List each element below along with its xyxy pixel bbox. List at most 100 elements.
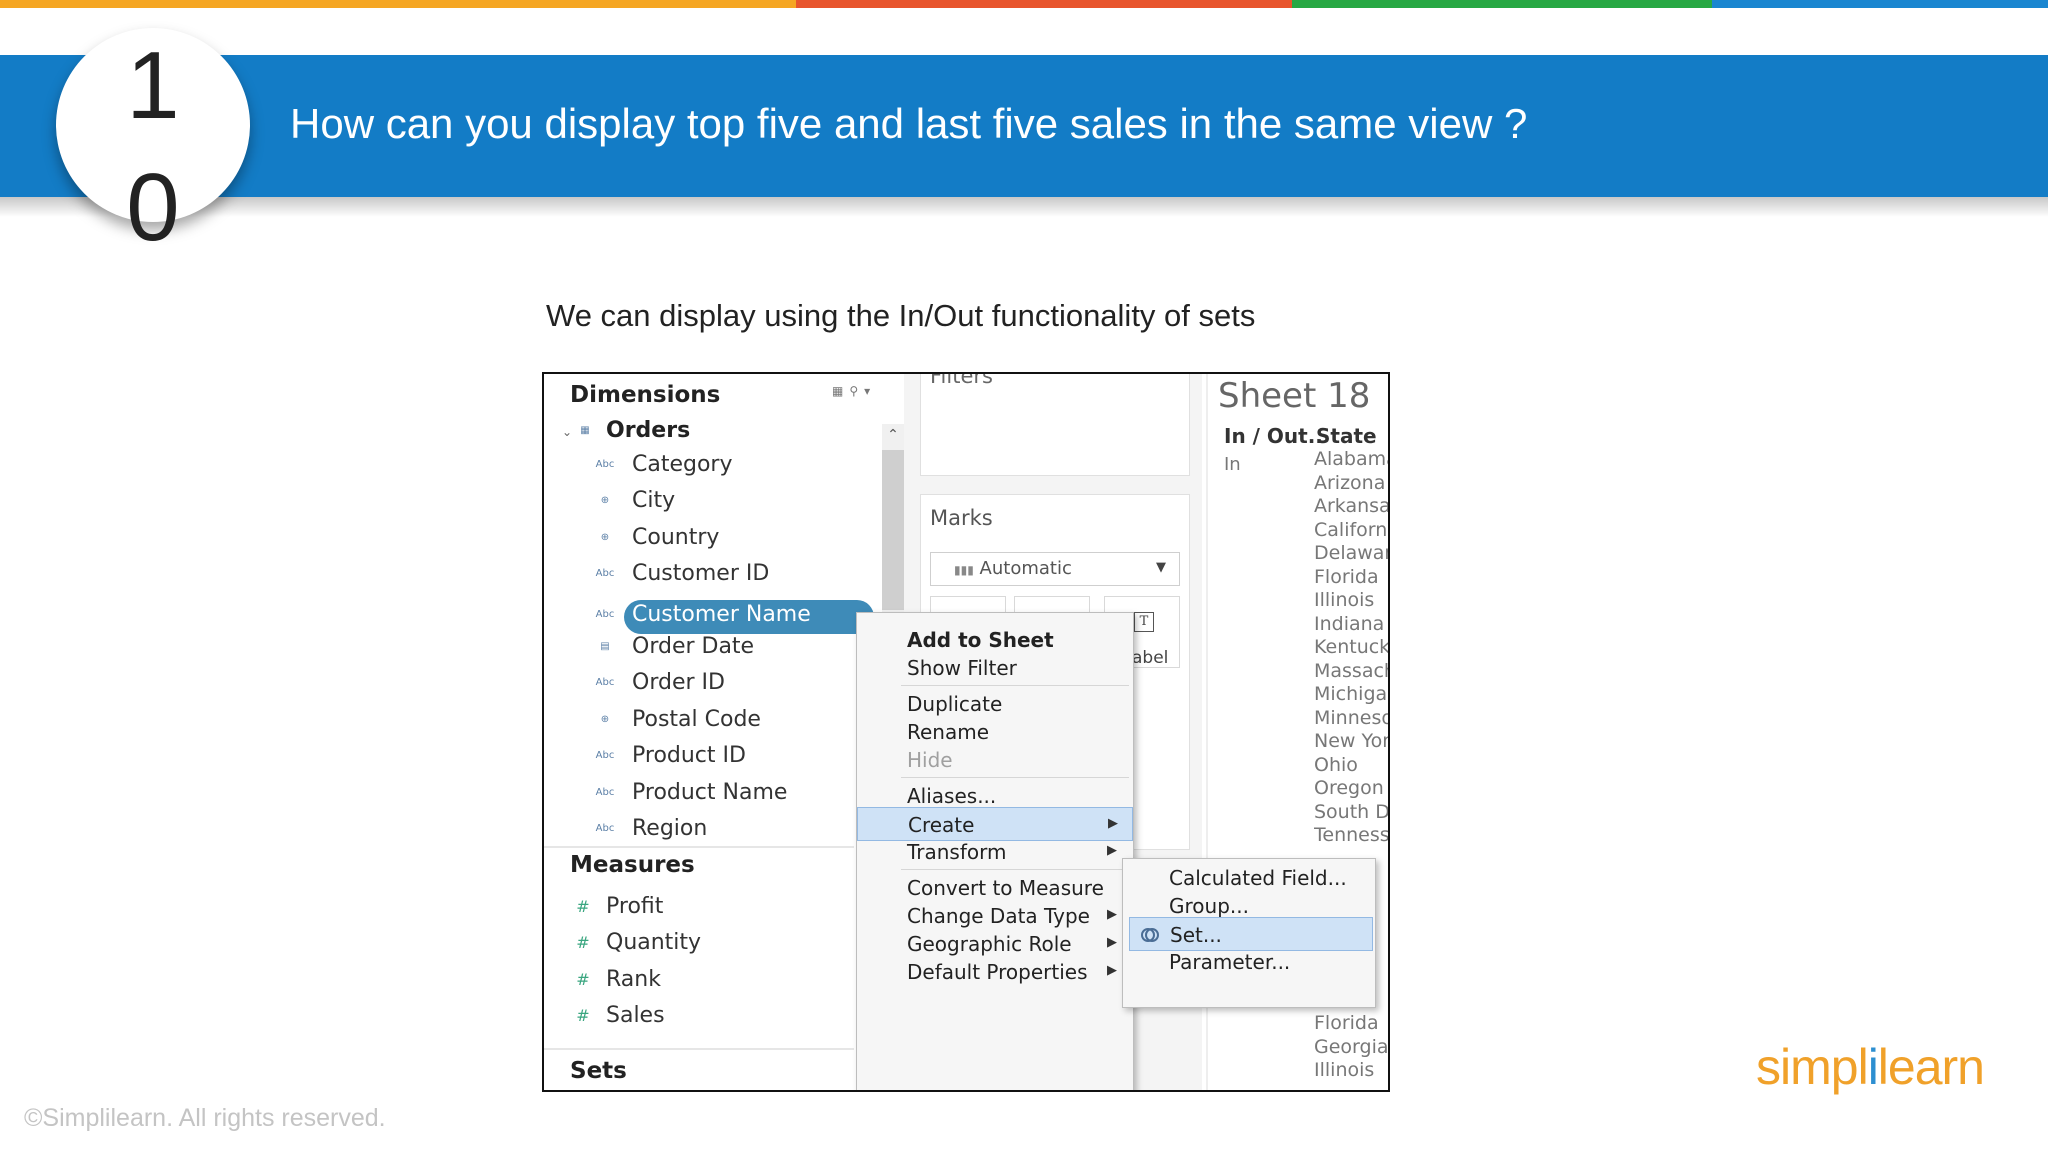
state-cell: Alabama [1314,448,1390,470]
submenu-item[interactable]: Parameter... [1123,945,1375,979]
context-menu-item: Hide [857,743,1133,777]
dimension-field-label: City [632,488,676,514]
state-cell: South Dakota [1314,800,1390,823]
dimension-field-row[interactable]: Abc Order ID [544,668,874,702]
stripe-red [796,0,1292,8]
submenu-arrow-icon: ▶ [1107,963,1117,978]
state-list: AlabamaArizonaArkansasCaliforniaDelaware… [1314,448,1390,848]
state-cell: Ohio [1314,753,1358,776]
measure-field-row[interactable]: # Quantity [544,928,874,962]
bar-chart-icon: ▮▮▮ [954,563,974,577]
scroll-up-icon[interactable]: ⌃ [882,424,904,446]
measure-icon: # [576,897,590,916]
marks-label: Marks [930,506,993,530]
orders-label: Orders [606,418,691,443]
state-column-header[interactable]: State [1316,424,1377,448]
submenu-item-label: Parameter... [1169,950,1291,974]
mark-type-value: ▮▮▮ Automatic [954,558,1072,579]
tree-row-orders[interactable]: ⌄ ▦ Orders [544,416,874,450]
dimension-field-row[interactable]: ▤ Order Date [544,632,874,666]
dimension-field-row[interactable]: Abc Product ID [544,741,874,775]
search-icon[interactable]: ⚲ [849,384,864,398]
submenu-arrow-icon: ▶ [1107,935,1117,950]
state-cell: California [1314,518,1388,541]
dimension-field-label: Product Name [632,779,788,805]
header-shadow [0,197,2048,217]
slide-subtitle: We can display using the In/Out function… [546,298,1256,333]
simplilearn-logo: simplilearn [1756,1039,1985,1095]
state-cell: Illinois [1314,1059,1375,1081]
stripe-blue [1712,0,2048,8]
in-value-cell: In [1224,454,1241,475]
state-cell: Florida [1314,565,1379,588]
abc-icon: Abc [595,677,615,689]
dimension-field-label: Product ID [632,743,746,769]
state-cell: Illinois [1314,589,1375,611]
state-cell: Tennessee [1314,824,1390,846]
context-menu-item-label: Change Data Type [907,904,1090,928]
selected-field-label: Customer Name [632,602,811,627]
context-menu-item-label: Create [908,813,975,837]
scrollbar-thumb[interactable] [882,450,904,610]
dimension-field-label: Region [632,816,708,841]
submenu-item-label: Group... [1169,894,1249,918]
globe-icon: ⊕ [600,495,610,507]
dimensions-header: Dimensions [570,382,721,408]
measure-field-label: Profit [606,894,664,919]
context-menu-item[interactable]: Transform ▶ [857,835,1133,869]
dimension-field-row[interactable]: ⊕ Postal Code [544,705,874,739]
context-menu-item-label: Aliases... [907,784,997,808]
tableau-screenshot: Dimensions ▦⚲▾ ⌄ ▦ Orders Abc Category ⊕ Ci… [542,372,1390,1092]
measure-field-row[interactable]: # Rank [544,965,874,999]
context-menu-item-label: Geographic Role [907,932,1072,956]
dimension-field-row[interactable]: Abc Customer ID [544,559,874,593]
chevron-down-icon[interactable]: ▾ [864,384,876,398]
label-button-text: abel [1132,648,1169,668]
measure-field-row[interactable]: # Sales [544,1001,874,1035]
dimension-field-row[interactable]: Abc Region [544,814,874,848]
state-cell: Massachusetts [1314,659,1388,682]
dimension-field-label: Category [632,452,733,477]
dimension-field-row[interactable]: Abc Category [544,450,874,484]
filters-label: Filters [930,372,993,388]
dimension-field-label: Country [632,524,720,550]
sheet-title: Sheet 18 [1218,376,1371,416]
view-toggle-icon[interactable]: ▦ [832,384,849,398]
dimension-field-row[interactable]: Abc Product Name [544,778,874,812]
state-cell: Arizona [1314,471,1386,494]
dimension-field-label: Postal Code [632,706,761,732]
chevron-down-icon[interactable]: ▼ [1156,560,1166,575]
table-icon: ▦ [580,425,590,436]
context-menu-item-label: Duplicate [907,692,1003,716]
context-menu-item-label: Convert to Measure [907,876,1104,900]
globe-icon: ⊕ [600,531,610,543]
dimension-field-label: Order Date [632,634,755,659]
dimension-field-label: Customer ID [632,561,770,587]
top-color-stripe [0,0,2048,8]
measure-icon: # [576,933,590,953]
menu-separator [901,869,1129,870]
state-list-bottom: Florida Georgia Illinois [1314,1012,1388,1083]
badge-digit-1: 1 [126,32,180,139]
dimension-field-row[interactable]: ⊕ Country [544,523,874,557]
pane-tools[interactable]: ▦⚲▾ [832,384,876,398]
context-menu-item[interactable]: Show Filter [857,651,1133,685]
measure-field-label: Sales [606,1003,665,1029]
measure-field-row[interactable]: # Profit [544,892,874,926]
in-out-column-header[interactable]: In / Out.. [1224,424,1323,448]
menu-separator [901,685,1129,686]
submenu-item-label: Set... [1170,923,1222,947]
copyright-notice: ©Simplilearn. All rights reserved. [24,1104,386,1132]
abc-icon: Abc [595,609,615,620]
tree-row-selected[interactable]: Abc Customer Name [544,600,874,634]
context-menu-item-label: Add to Sheet [907,628,1054,652]
sets-header: Sets [570,1058,627,1084]
slide-title: How can you display top five and last fi… [290,100,1528,147]
context-menu-item-label: Rename [907,720,990,744]
state-cell: Oregon [1314,777,1384,799]
context-menu-item[interactable]: Default Properties ▶ [857,955,1133,989]
dimension-field-row[interactable]: ⊕ City [544,486,874,520]
measure-field-label: Quantity [606,930,702,956]
abc-icon: Abc [595,459,615,470]
state-cell: Florida [1314,1012,1379,1034]
